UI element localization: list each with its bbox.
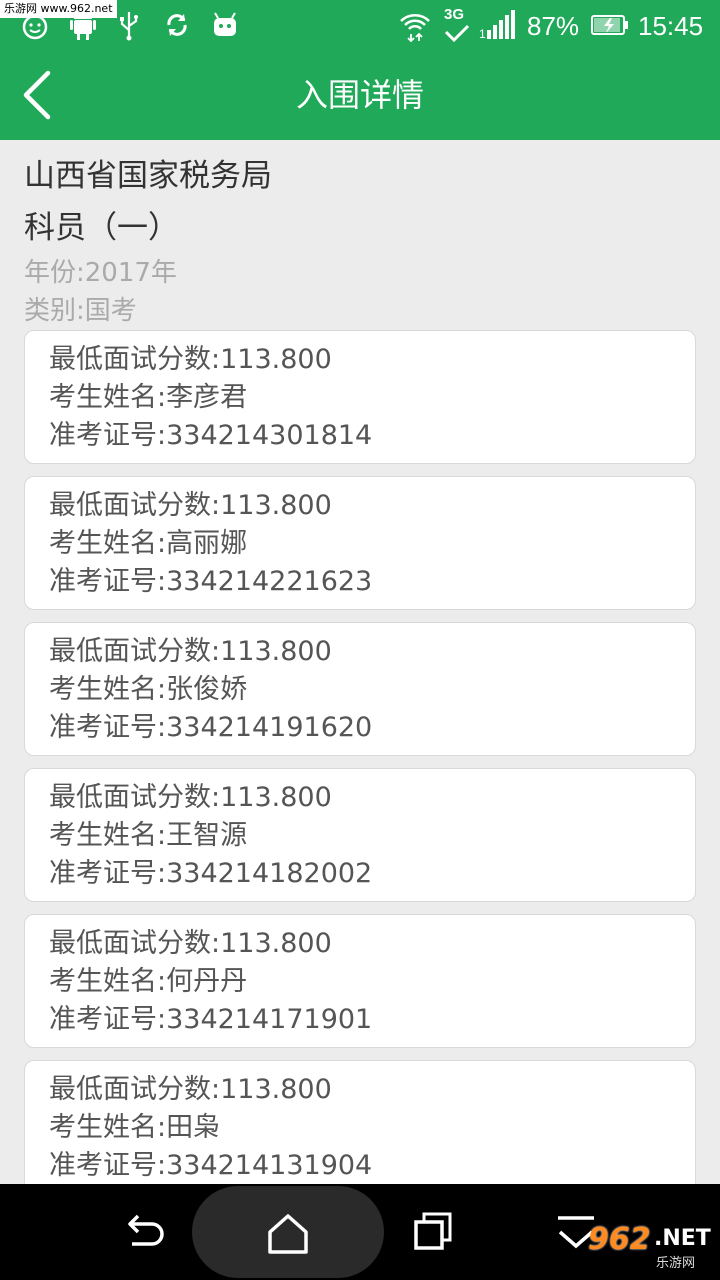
candidate-card[interactable]: 最低面试分数:113.800 考生姓名:田枭 准考证号:334214131904 [24,1060,696,1184]
watermark-logo-number: 962 [588,1222,651,1257]
min-score: 最低面试分数:113.800 [49,782,332,813]
min-score: 最低面试分数:113.800 [49,928,332,959]
signal-icon: 1 [479,10,515,41]
back-button[interactable] [14,65,74,125]
year-line: 年份:2017年 [24,258,177,288]
candidate-name: 考生姓名:高丽娜 [49,528,248,559]
wifi-icon [400,14,430,42]
page-title: 入围详情 [295,76,424,114]
back-arrow-icon [128,1214,164,1246]
exam-ticket-number: 准考证号:334214131904 [49,1150,373,1181]
watermark-logo: 962 .NET 乐游网 [584,1222,718,1272]
android-icon [70,12,96,40]
min-score: 最低面试分数:113.800 [49,490,332,521]
watermark-domain: .NET [654,1226,711,1251]
network-type: 3G [444,6,465,23]
content-area[interactable]: 山西省国家税务局 科员（一） 年份:2017年 类别:国考 最低面试分数:113… [0,140,720,1184]
candidate-name: 考生姓名:李彦君 [49,382,248,413]
candidate-card[interactable]: 最低面试分数:113.800 考生姓名:何丹丹 准考证号:33421417190… [24,914,696,1048]
exam-ticket-number: 准考证号:334214171901 [49,1004,373,1035]
exam-ticket-number: 准考证号:334214191620 [49,712,373,743]
face-icon [22,14,48,40]
battery-percent: 87% [527,11,580,41]
title-bar: 入围详情 [0,50,720,140]
candidate-name: 考生姓名:何丹丹 [49,966,248,997]
chevron-left-icon [23,70,51,120]
android-head-icon [214,12,236,36]
battery-icon [591,15,628,35]
candidate-card[interactable]: 最低面试分数:113.800 考生姓名:张俊娇 准考证号:33421419162… [24,622,696,756]
candidate-name: 考生姓名:田枭 [49,1112,221,1143]
back-nav-button[interactable] [116,1204,172,1260]
position-name: 科员（一） [24,210,179,246]
recents-icon [414,1212,452,1250]
candidate-name: 考生姓名:王智源 [49,820,248,851]
candidate-name: 考生姓名:张俊娇 [49,674,248,705]
exam-ticket-number: 准考证号:334214182002 [49,858,373,889]
watermark-subtitle: 乐游网 [656,1256,696,1271]
min-score: 最低面试分数:113.800 [49,1074,332,1105]
sync-icon [167,14,187,36]
network-indicator: 3G [442,6,472,46]
home-icon [268,1214,308,1254]
exam-ticket-number: 准考证号:334214301814 [49,420,373,451]
candidate-card[interactable]: 最低面试分数:113.800 考生姓名:高丽娜 准考证号:33421422162… [24,476,696,610]
svg-text:1: 1 [479,27,486,41]
recents-button[interactable] [404,1204,460,1260]
exam-ticket-number: 准考证号:334214221623 [49,566,373,597]
org-name: 山西省国家税务局 [24,158,272,194]
candidate-card[interactable]: 最低面试分数:113.800 考生姓名:王智源 准考证号:33421418200… [24,768,696,902]
check-icon [444,24,470,43]
candidate-card[interactable]: 最低面试分数:113.800 考生姓名:李彦君 准考证号:33421430181… [24,330,696,464]
status-bar: 乐游网 www.962.net 3G 1 87% 15:45 [0,0,720,50]
category-line: 类别:国考 [24,296,137,326]
home-button[interactable] [192,1186,384,1278]
min-score: 最低面试分数:113.800 [49,636,332,667]
min-score: 最低面试分数:113.800 [49,344,332,375]
usb-icon [120,12,138,41]
clock: 15:45 [638,11,704,41]
